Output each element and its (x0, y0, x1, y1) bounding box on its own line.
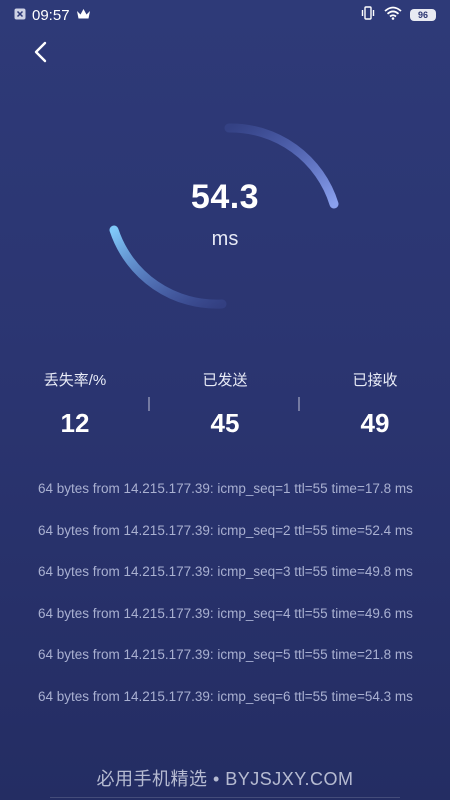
stat-received: 已接收 49 (315, 370, 435, 439)
watermark-text: 必用手机精选 • BYJSJXY.COM (96, 769, 354, 789)
close-box-icon (14, 7, 26, 24)
back-button[interactable] (26, 40, 54, 68)
latency-unit: ms (211, 228, 239, 250)
stat-label: 已接收 (352, 372, 398, 389)
stats-row: 丢失率/% 12 已发送 45 已接收 49 (0, 370, 450, 440)
stat-value: 45 (210, 408, 240, 438)
latency-value: 54.3 (190, 178, 260, 216)
status-time: 09:57 (32, 6, 70, 24)
log-line: 64 bytes from 14.215.177.39: icmp_seq=4 … (38, 605, 413, 621)
stat-value: 12 (60, 408, 90, 438)
stat-divider (148, 397, 150, 411)
log-line: 64 bytes from 14.215.177.39: icmp_seq=2 … (38, 522, 413, 538)
status-right: 96 (360, 6, 436, 24)
chevron-left-icon (31, 40, 49, 69)
vibrate-icon (360, 6, 376, 24)
status-bar: 09:57 96 (0, 0, 450, 30)
log-line: 64 bytes from 14.215.177.39: icmp_seq=3 … (38, 564, 413, 579)
stat-value: 49 (360, 408, 390, 438)
wifi-icon (384, 6, 402, 24)
stat-label: 已发送 (202, 372, 248, 389)
stat-loss-rate: 丢失率/% 12 (15, 370, 135, 439)
log-line: 64 bytes from 14.215.177.39: icmp_seq=6 … (38, 688, 413, 704)
stat-label: 丢失率/% (43, 372, 107, 389)
stat-sent: 已发送 45 (165, 370, 285, 439)
ping-log: 64 bytes from 14.215.177.39: icmp_seq=1 … (38, 481, 430, 730)
stat-divider (298, 397, 300, 411)
battery-indicator: 96 (410, 9, 436, 21)
crown-icon (76, 7, 91, 24)
log-line: 64 bytes from 14.215.177.39: icmp_seq=1 … (38, 481, 413, 496)
bottom-divider (50, 797, 400, 798)
status-left: 09:57 (14, 7, 91, 24)
log-line: 64 bytes from 14.215.177.39: icmp_seq=5 … (38, 647, 413, 662)
